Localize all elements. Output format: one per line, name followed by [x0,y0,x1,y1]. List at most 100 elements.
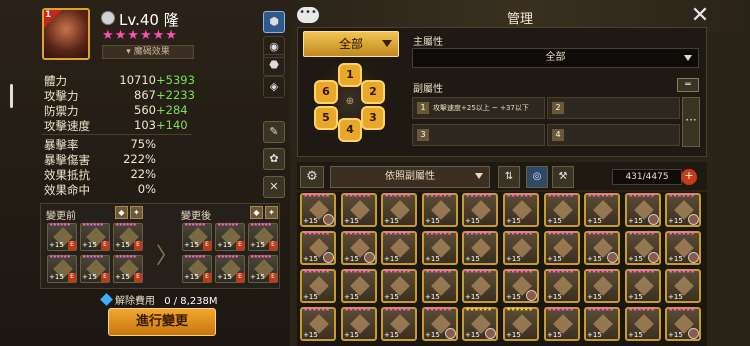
stat-row: 體力 10710 +5393 [44,73,234,88]
main-attr-dropdown[interactable]: 全部 [412,48,699,68]
rune-item[interactable]: ★★★★★★ +15 [300,230,336,265]
rune-item[interactable]: ★★★★★★ +15 [665,306,701,341]
rune-item[interactable]: ★★★★★★ +15 [503,268,539,303]
remove-rune-icon[interactable]: ✕ [263,176,285,198]
rune-item[interactable]: ★★★★★★ +15 [341,268,377,303]
skill-effect-dropdown[interactable]: ▾ 魔碣效果 [102,45,194,59]
rune-stars: ★★★★★★ [506,306,533,313]
more-options-button[interactable]: ··· [682,97,700,147]
execute-change-button[interactable]: 進行變更 [108,308,216,336]
hero-avatar[interactable]: 1 [42,8,90,60]
rune-item[interactable]: ★★★★★★ +15 [625,268,661,303]
wind-attribute-icon [101,11,115,25]
slot-5-button[interactable]: 5 [314,106,338,130]
slot-2-button[interactable]: 2 [361,80,385,104]
rune-item[interactable]: ★★★★★★ +15 [341,192,377,227]
sort-dropdown[interactable]: 依照副屬性 [330,166,490,188]
after-rune-slot[interactable]: ★★★★★★ +15 E [182,222,212,251]
edit-icon[interactable]: ✎ [263,121,285,143]
set-filter-icon[interactable]: ◆ [115,206,128,219]
sub-attr-slot-3[interactable]: 3 [412,124,545,146]
sub-attr-toggle[interactable]: ═ [677,78,699,92]
artifact-tab[interactable]: ⬣ [263,54,285,76]
sub-attr-slot-2[interactable]: 2 [547,97,680,119]
stat-value: 75% [130,137,156,151]
rune-item[interactable]: ★★★★★★ +15 [422,306,458,341]
before-rune-slot[interactable]: ★★★★★★ +15 E [80,222,110,251]
rune-item[interactable]: ★★★★★★ +15 [462,306,498,341]
before-rune-slot[interactable]: ★★★★★★ +15 E [80,254,110,283]
chat-icon[interactable]: ••• [297,7,319,23]
cost-value: 0 / 8,238M [164,296,218,307]
slot-4-button[interactable]: 4 [338,118,362,142]
rune-item[interactable]: ★★★★★★ +15 [544,230,580,265]
rune-item[interactable]: ★★★★★★ +15 [503,306,539,341]
rune-item[interactable]: ★★★★★★ +15 [544,306,580,341]
after-rune-slot[interactable]: ★★★★★★ +15 E [182,254,212,283]
rune-item[interactable]: ★★★★★★ +15 [381,230,417,265]
sort-order-icon[interactable]: ⇅ [498,166,520,188]
before-rune-slot[interactable]: ★★★★★★ +15 E [113,222,143,251]
after-rune-slot[interactable]: ★★★★★★ +15 E [248,254,278,283]
rune-item[interactable]: ★★★★★★ +15 [422,230,458,265]
rune-item[interactable]: ★★★★★★ +15 [381,192,417,227]
rune-item[interactable]: ★★★★★★ +15 [462,268,498,303]
rune-stars: ★★★★★★ [344,268,371,275]
rune-item[interactable]: ★★★★★★ +15 [300,192,336,227]
expand-inventory-button[interactable]: + [681,169,697,185]
bag-icon[interactable]: ◎ [526,166,548,188]
rune-item[interactable]: ★★★★★★ +15 [300,268,336,303]
rune-item[interactable]: ★★★★★★ +15 [381,306,417,341]
stat-label: 體力 [44,74,67,88]
rune-item[interactable]: ★★★★★★ +15 [422,192,458,227]
rune-set-dropdown[interactable]: 全部 [303,31,399,57]
after-rune-slot[interactable]: ★★★★★★ +15 E [248,222,278,251]
rune-item[interactable]: ★★★★★★ +15 [665,230,701,265]
sub-attr-slot-1[interactable]: 1 攻擊速度+25以上 ~ +37以下 [412,97,545,119]
stat-filter-icon[interactable]: ✦ [130,206,143,219]
after-rune-slot[interactable]: ★★★★★★ +15 E [215,222,245,251]
before-rune-slot[interactable]: ★★★★★★ +15 E [47,254,77,283]
rune-item[interactable]: ★★★★★★ +15 [300,306,336,341]
gem-tab[interactable]: ◈ [263,76,285,98]
rune-item[interactable]: ★★★★★★ +15 [341,230,377,265]
rune-level: +15 [384,217,399,225]
slot-6-button[interactable]: 6 [314,80,338,104]
stat-filter-icon[interactable]: ✦ [265,206,278,219]
rune-level: +15 [547,217,562,225]
before-rune-slot[interactable]: ★★★★★★ +15 E [47,222,77,251]
gear-icon[interactable]: ⚙ [300,166,324,188]
slot-3-button[interactable]: 3 [361,106,385,130]
rune-tag: E [269,273,277,282]
rune-item[interactable]: ★★★★★★ +15 [422,268,458,303]
rune-item[interactable]: ★★★★★★ +15 [584,192,620,227]
drag-handle[interactable] [10,84,13,108]
rune-item[interactable]: ★★★★★★ +15 [544,192,580,227]
after-rune-slot[interactable]: ★★★★★★ +15 E [215,254,245,283]
rune-item[interactable]: ★★★★★★ +15 [341,306,377,341]
set-filter-icon[interactable]: ◆ [250,206,263,219]
before-rune-slot[interactable]: ★★★★★★ +15 E [113,254,143,283]
rune-manage-tab[interactable]: ⬢ [263,11,285,33]
rune-item[interactable]: ★★★★★★ +15 [584,306,620,341]
rune-item[interactable]: ★★★★★★ +15 [462,192,498,227]
rune-item[interactable]: ★★★★★★ +15 [665,268,701,303]
slot-1-button[interactable]: 1 [338,63,362,87]
rune-item[interactable]: ★★★★★★ +15 [584,230,620,265]
paw-icon[interactable]: ✿ [263,148,285,170]
rune-item[interactable]: ★★★★★★ +15 [665,192,701,227]
rune-level: +15 [628,217,643,225]
rune-item[interactable]: ★★★★★★ +15 [625,306,661,341]
rune-item[interactable]: ★★★★★★ +15 [503,192,539,227]
close-icon[interactable]: ✕ [688,4,712,28]
rune-stars: ★★★★★★ [250,222,272,228]
sub-attr-slot-4[interactable]: 4 [547,124,680,146]
rune-item[interactable]: ★★★★★★ +15 [381,268,417,303]
rune-item[interactable]: ★★★★★★ +15 [584,268,620,303]
rune-item[interactable]: ★★★★★★ +15 [503,230,539,265]
hammer-icon[interactable]: ⚒ [552,166,574,188]
rune-item[interactable]: ★★★★★★ +15 [625,192,661,227]
rune-item[interactable]: ★★★★★★ +15 [544,268,580,303]
rune-item[interactable]: ★★★★★★ +15 [462,230,498,265]
rune-item[interactable]: ★★★★★★ +15 [625,230,661,265]
